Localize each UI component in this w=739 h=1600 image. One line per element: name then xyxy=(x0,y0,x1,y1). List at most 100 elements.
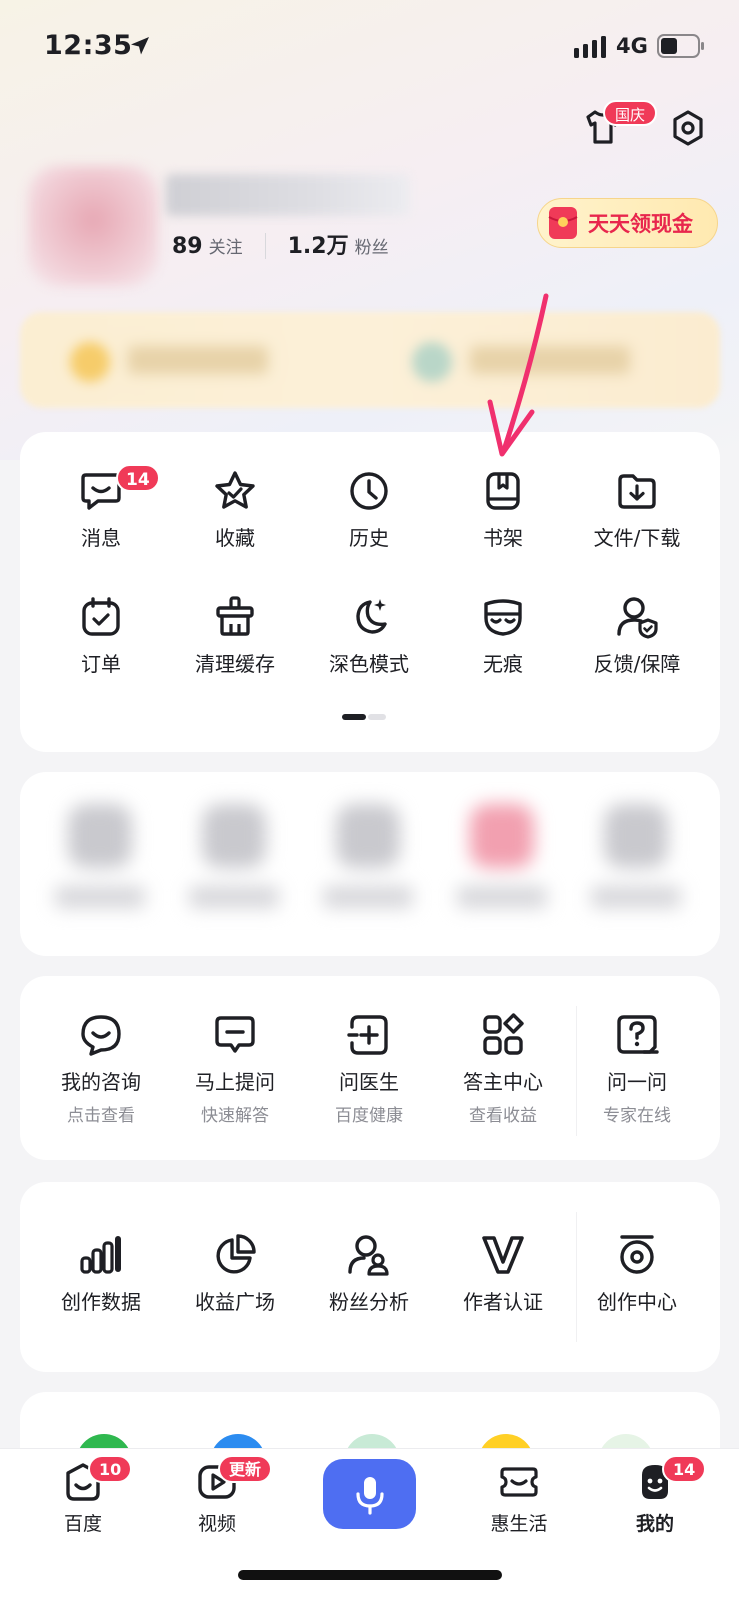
fans-count[interactable]: 1.2万 xyxy=(288,228,349,260)
tool-files-downloads[interactable]: 文件/下载 xyxy=(570,468,704,588)
health-label: 问一问 xyxy=(607,1070,667,1094)
blurred-services-card xyxy=(20,772,720,956)
pager-indicator xyxy=(342,714,386,720)
tool-bookshelf[interactable]: 书架 xyxy=(436,468,570,588)
microphone-icon xyxy=(356,1477,384,1515)
username-blurred[interactable] xyxy=(166,174,410,216)
question-icon xyxy=(617,1015,659,1054)
clean-icon xyxy=(216,596,254,636)
creator-data[interactable]: 创作数据 xyxy=(34,1232,168,1352)
tab-label: 视频 xyxy=(197,1513,236,1535)
tool-label: 无痕 xyxy=(483,652,523,676)
tool-orders[interactable]: 订单 xyxy=(34,594,168,714)
tools-row-2: 订单 清理缓存 深色模式 无痕 反馈/保障 xyxy=(20,594,720,714)
tool-label: 订单 xyxy=(81,652,121,676)
moon-icon xyxy=(356,599,387,634)
health-label: 我的咨询 xyxy=(61,1070,141,1094)
blurred-service-5[interactable] xyxy=(586,794,686,934)
creator-earnings[interactable]: 收益广场 xyxy=(168,1232,302,1352)
creator-center[interactable]: 创作中心 xyxy=(570,1232,704,1352)
battery-icon xyxy=(657,34,704,58)
clock-icon xyxy=(350,472,388,510)
tab-label: 我的 xyxy=(635,1513,674,1535)
following-label[interactable]: 关注 xyxy=(209,233,243,258)
health-my-consult[interactable]: 我的咨询 点击查看 xyxy=(34,1012,168,1132)
health-ask-doctor[interactable]: 问医生 百度健康 xyxy=(302,1012,436,1132)
blurred-service-1[interactable] xyxy=(50,794,150,934)
download-folder-icon xyxy=(618,474,656,509)
blurred-banner[interactable] xyxy=(20,312,720,408)
creator-author-verify[interactable]: 作者认证 xyxy=(436,1232,570,1352)
tool-dark-mode[interactable]: 深色模式 xyxy=(302,594,436,714)
tool-label: 反馈/保障 xyxy=(593,652,681,676)
tab-me[interactable]: 14 我的 xyxy=(600,1455,710,1541)
daily-cash-label: 天天领现金 xyxy=(588,212,693,236)
health-ask-now[interactable]: 马上提问 快速解答 xyxy=(168,1012,302,1132)
health-label: 答主中心 xyxy=(463,1070,543,1094)
tool-incognito[interactable]: 无痕 xyxy=(436,594,570,714)
health-label: 马上提问 xyxy=(195,1070,275,1094)
creator-row: 创作数据 收益广场 粉丝分析 作者认证 创作中心 xyxy=(20,1232,720,1352)
ask-icon xyxy=(215,1016,255,1053)
status-bar: 12:35 4G xyxy=(0,0,739,96)
v-badge-icon xyxy=(482,1236,524,1274)
tab-badge: 10 xyxy=(88,1455,133,1483)
star-icon xyxy=(215,471,255,509)
tool-label: 历史 xyxy=(349,526,389,550)
blurred-service-3[interactable] xyxy=(318,794,418,934)
health-ask-expert[interactable]: 问一问 专家在线 xyxy=(570,1012,704,1132)
tool-label: 深色模式 xyxy=(329,652,409,676)
health-sub: 查看收益 xyxy=(469,1106,537,1126)
tab-badge: 14 xyxy=(662,1455,707,1483)
creator-fans-analysis[interactable]: 粉丝分析 xyxy=(302,1232,436,1352)
voice-search-button[interactable] xyxy=(323,1459,416,1529)
stats-divider xyxy=(264,233,266,259)
order-icon xyxy=(82,597,120,636)
next-card-peek xyxy=(20,1392,720,1464)
creator-label: 粉丝分析 xyxy=(329,1290,409,1314)
tab-video[interactable]: 更新 视频 xyxy=(162,1455,272,1541)
tool-clear-cache[interactable]: 清理缓存 xyxy=(168,594,302,714)
health-answerer-center[interactable]: 答主中心 查看收益 xyxy=(436,1012,570,1132)
fans-icon xyxy=(348,1235,389,1276)
tab-baidu[interactable]: 10 百度 xyxy=(28,1455,138,1541)
tab-life[interactable]: 惠生活 xyxy=(464,1461,574,1541)
tools-row-1: 14 消息 收藏 历史 书架 文件/下载 xyxy=(20,464,720,588)
tool-feedback-protection[interactable]: 反馈/保障 xyxy=(570,594,704,714)
tab-badge: 更新 xyxy=(218,1455,272,1483)
tool-label: 书架 xyxy=(483,526,523,550)
red-packet-icon xyxy=(548,207,578,239)
banner-blur-icon-1 xyxy=(70,342,110,382)
tools-card: 14 消息 收藏 历史 书架 文件/下载 订单 清理缓存 深色模式 无痕 反馈/… xyxy=(20,432,720,752)
health-sub: 点击查看 xyxy=(67,1106,135,1126)
health-sub: 专家在线 xyxy=(603,1106,671,1126)
tool-label: 文件/下载 xyxy=(593,526,681,550)
health-label: 问医生 xyxy=(339,1070,399,1094)
pie-chart-icon xyxy=(216,1234,256,1274)
blurred-service-4[interactable] xyxy=(452,794,552,934)
health-sub: 快速解答 xyxy=(201,1106,269,1126)
consult-icon xyxy=(81,1015,121,1056)
profile-section: 89 关注 1.2万 粉丝 天天领现金 xyxy=(0,160,739,290)
blurred-service-2[interactable] xyxy=(184,794,284,934)
settings-gear-icon[interactable] xyxy=(668,108,708,148)
grid-apps-icon xyxy=(483,1013,524,1055)
home-indicator xyxy=(238,1570,502,1580)
daily-cash-button[interactable]: 天天领现金 xyxy=(537,198,718,248)
network-type: 4G xyxy=(616,34,648,58)
tool-messages[interactable]: 14 消息 xyxy=(34,464,168,588)
banner-blur-icon-2 xyxy=(412,342,452,382)
fans-label[interactable]: 粉丝 xyxy=(355,233,389,258)
tool-history[interactable]: 历史 xyxy=(302,468,436,588)
banner-blur-text-1 xyxy=(128,346,268,374)
creator-label: 创作中心 xyxy=(597,1290,677,1314)
health-row: 我的咨询 点击查看 马上提问 快速解答 问医生 百度健康 答主中心 查看收益 问… xyxy=(20,1012,720,1132)
creator-card: 创作数据 收益广场 粉丝分析 作者认证 创作中心 xyxy=(20,1182,720,1372)
location-arrow-icon xyxy=(131,37,149,55)
bookshelf-icon xyxy=(486,472,520,510)
column-divider xyxy=(576,1212,577,1342)
avatar[interactable] xyxy=(28,166,158,286)
tool-favorites[interactable]: 收藏 xyxy=(168,468,302,588)
following-count[interactable]: 89 xyxy=(172,234,203,259)
tool-label: 收藏 xyxy=(215,526,255,550)
